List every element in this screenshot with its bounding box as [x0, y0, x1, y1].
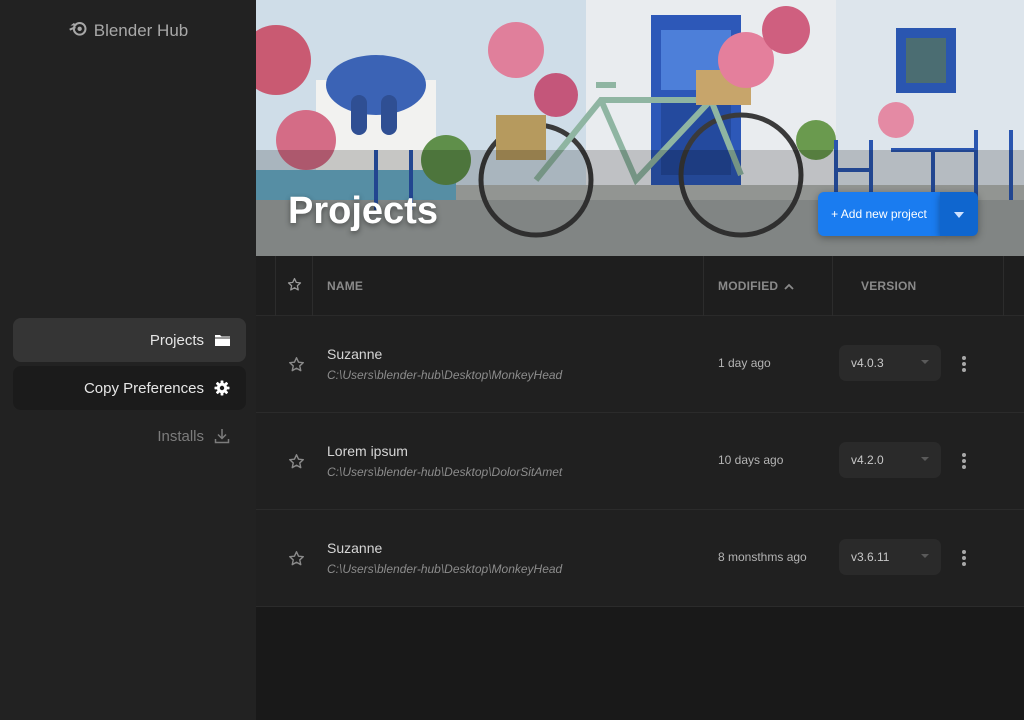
more-options-icon[interactable] [956, 354, 972, 374]
page-title: Projects [288, 190, 438, 232]
favorite-star-icon[interactable] [288, 453, 305, 470]
project-path: C:\Users\blender-hub\Desktop\DolorSitAme… [327, 465, 563, 479]
version-select-value: v4.0.3 [851, 356, 884, 370]
version-select[interactable]: v3.6.11 [839, 539, 941, 575]
sort-ascending-icon [784, 279, 794, 293]
version-select[interactable]: v4.0.3 [839, 345, 941, 381]
version-select-value: v4.2.0 [851, 453, 884, 467]
project-modified: 10 days ago [718, 453, 784, 467]
table-row[interactable]: Lorem ipsum C:\Users\blender-hub\Desktop… [256, 413, 1024, 510]
project-path: C:\Users\blender-hub\Desktop\MonkeyHead [327, 368, 563, 382]
column-header-label: VERSION [861, 279, 917, 293]
download-icon [214, 428, 230, 444]
sidebar-item-label: Projects [149, 331, 204, 349]
brand-title: Blender Hub [93, 20, 189, 40]
sidebar-item-label: Installs [157, 427, 204, 445]
column-header-modified[interactable]: MODIFIED [703, 256, 833, 316]
sidebar-item-copy-preferences[interactable]: Copy Preferences [13, 366, 246, 410]
sidebar: Blender Hub Projects Copy Preferences In… [0, 0, 256, 720]
star-outline-icon [287, 277, 302, 295]
blender-logo-icon [68, 18, 88, 43]
sidebar-item-label: Copy Preferences [83, 379, 204, 397]
column-header-label: MODIFIED [718, 279, 779, 293]
header-banner: Projects + Add new project [256, 0, 1024, 256]
project-modified: 1 day ago [718, 356, 771, 370]
project-path: C:\Users\blender-hub\Desktop\MonkeyHead [327, 562, 563, 576]
add-project-dropdown-button[interactable] [940, 192, 978, 236]
project-name: Lorem ipsum [327, 443, 408, 459]
table-row[interactable]: Suzanne C:\Users\blender-hub\Desktop\Mon… [256, 316, 1024, 413]
app-window: Blender Hub Projects Copy Preferences In… [0, 0, 1024, 720]
more-options-icon[interactable] [956, 451, 972, 471]
gear-icon [214, 380, 230, 396]
sidebar-item-projects[interactable]: Projects [13, 318, 246, 362]
project-name: Suzanne [327, 346, 383, 362]
caret-down-icon [921, 457, 929, 461]
column-header-version[interactable]: VERSION [847, 256, 1004, 316]
favorite-star-icon[interactable] [288, 550, 305, 567]
folder-icon [214, 332, 230, 348]
table-header: NAME MODIFIED VERSION [256, 256, 1024, 316]
version-select-value: v3.6.11 [851, 550, 890, 564]
sidebar-item-installs[interactable]: Installs [13, 414, 246, 458]
brand: Blender Hub [0, 18, 256, 43]
caret-down-icon [921, 554, 929, 558]
caret-down-icon [954, 205, 964, 223]
more-options-icon[interactable] [956, 548, 972, 568]
column-header-name[interactable]: NAME [327, 256, 363, 316]
project-modified: 8 monsthms ago [718, 550, 807, 564]
caret-down-icon [921, 360, 929, 364]
add-new-project-button[interactable]: + Add new project [818, 192, 940, 236]
favorite-star-icon[interactable] [288, 356, 305, 373]
project-name: Suzanne [327, 540, 383, 556]
table-row[interactable]: Suzanne C:\Users\blender-hub\Desktop\Mon… [256, 510, 1024, 607]
projects-table: NAME MODIFIED VERSION Suzanne C:\Users\b… [256, 256, 1024, 607]
favorite-column-header[interactable] [275, 256, 313, 316]
version-select[interactable]: v4.2.0 [839, 442, 941, 478]
